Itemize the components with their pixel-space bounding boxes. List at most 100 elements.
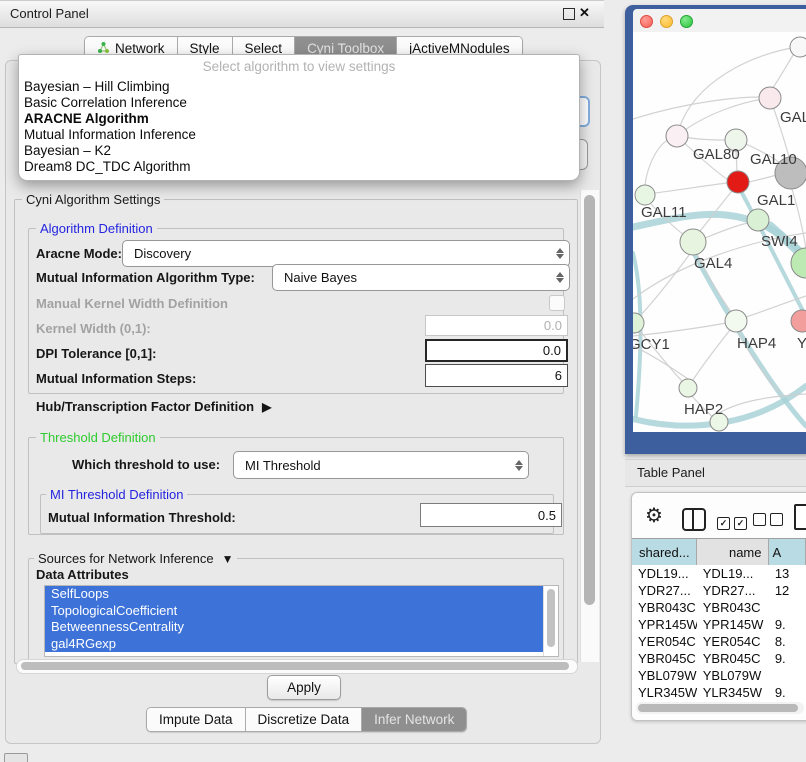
network-canvas[interactable]: GALGAL80GAL10GAL1GAL11SWI4GAL4HAP4YGCY1H… xyxy=(633,32,806,432)
dock-button[interactable] xyxy=(4,753,28,762)
table-cell: YDR27... xyxy=(632,583,697,598)
bottom-tab-strip: Impute Data Discretize Data Infer Network xyxy=(146,707,467,732)
node-label: GAL4 xyxy=(694,255,732,272)
column-header[interactable]: shared... xyxy=(632,539,697,565)
mi-steps-label: Mutual Information Steps: xyxy=(36,371,196,386)
zoom-traffic-button[interactable] xyxy=(680,15,693,28)
stepper-icon xyxy=(551,272,569,283)
algorithm-option[interactable]: ARACNE Algorithm xyxy=(19,111,579,127)
table-row[interactable]: YER054CYER054C8. xyxy=(632,633,806,650)
network-node[interactable] xyxy=(727,171,749,193)
dpi-tolerance-label: DPI Tolerance [0,1]: xyxy=(36,346,156,361)
tab-impute-data[interactable]: Impute Data xyxy=(147,708,246,731)
threshold-definition-legend: Threshold Definition xyxy=(36,430,160,445)
apply-button[interactable]: Apply xyxy=(267,675,341,700)
attribute-option[interactable]: SelfLoops xyxy=(45,586,544,603)
data-attributes-list[interactable]: SelfLoopsTopologicalCoefficientBetweenne… xyxy=(44,585,559,657)
table-hscrollbar[interactable] xyxy=(636,702,804,714)
select-all-columns-icon[interactable]: ✓✓ xyxy=(717,513,751,531)
algorithm-definition-legend: Algorithm Definition xyxy=(36,221,157,236)
table-cell: YBR043C xyxy=(632,600,697,615)
mi-type-select[interactable]: Naive Bayes xyxy=(272,264,570,291)
close-icon[interactable]: ✕ xyxy=(579,5,590,21)
table-cell: YER054C xyxy=(632,634,697,649)
gear-icon[interactable]: ⚙ xyxy=(645,503,663,528)
network-node[interactable] xyxy=(790,37,806,57)
algorithm-option[interactable]: Dream8 DC_TDC Algorithm xyxy=(19,159,579,175)
dpi-tolerance-input[interactable] xyxy=(425,339,568,362)
which-threshold-label: Which threshold to use: xyxy=(72,457,220,472)
node-label: GCY1 xyxy=(633,336,670,353)
cyni-settings-legend: Cyni Algorithm Settings xyxy=(22,192,164,207)
table-row[interactable]: YDR27...YDR27...12 xyxy=(632,582,806,599)
network-node[interactable] xyxy=(679,379,697,397)
network-node[interactable] xyxy=(759,87,781,109)
column-header[interactable]: A xyxy=(769,539,806,565)
aracne-mode-select[interactable]: Discovery xyxy=(122,240,570,267)
node-label: Y xyxy=(797,335,806,352)
network-node[interactable] xyxy=(680,229,706,255)
network-node[interactable] xyxy=(635,185,655,205)
table-row[interactable]: YDL19...YDL19...13 xyxy=(632,565,806,582)
network-node[interactable] xyxy=(725,310,747,332)
attribute-option[interactable]: gal4RGexp xyxy=(45,636,544,653)
which-threshold-select[interactable]: MI Threshold xyxy=(233,451,529,479)
node-label: HAP4 xyxy=(737,335,776,352)
settings-hscrollbar[interactable] xyxy=(16,659,578,674)
algorithm-option[interactable]: Bayesian – K2 xyxy=(19,143,579,159)
network-window: GALGAL80GAL10GAL1GAL11SWI4GAL4HAP4YGCY1H… xyxy=(625,5,806,454)
float-window-icon[interactable] xyxy=(563,8,575,20)
network-window-titlebar[interactable] xyxy=(633,9,806,32)
node-label: GAL1 xyxy=(757,192,795,209)
network-node[interactable] xyxy=(666,125,688,147)
node-label: HAP2 xyxy=(684,401,723,418)
table-cell: YBL079W xyxy=(632,668,697,683)
deselect-all-columns-icon[interactable] xyxy=(753,513,787,531)
table-panel-title: Table Panel xyxy=(637,465,705,480)
export-table-icon[interactable] xyxy=(794,504,806,530)
tab-label: Infer Network xyxy=(374,712,454,727)
attribute-option[interactable]: TopologicalCoefficient xyxy=(45,603,544,620)
network-node[interactable] xyxy=(791,310,806,332)
table-row[interactable]: YBR043CYBR043C xyxy=(632,599,806,616)
settings-vscrollbar[interactable] xyxy=(580,190,599,662)
mi-steps-input[interactable] xyxy=(425,364,568,387)
node-label: GAL11 xyxy=(641,204,687,221)
columns-icon[interactable] xyxy=(682,508,706,531)
algorithm-option[interactable]: Basic Correlation Inference xyxy=(19,95,579,111)
table-row[interactable]: YBR045CYBR045C9. xyxy=(632,650,806,667)
mi-threshold-label: Mutual Information Threshold: xyxy=(48,510,236,525)
tab-label: Discretize Data xyxy=(258,712,350,727)
manual-kernel-checkbox[interactable] xyxy=(549,295,565,311)
table-row[interactable]: YBL079WYBL079W xyxy=(632,667,806,684)
table-row[interactable]: YPR145WYPR145W9. xyxy=(632,616,806,633)
control-panel-titlebar[interactable]: Control Panel ✕ xyxy=(0,0,604,28)
network-edge xyxy=(693,330,730,380)
network-edge xyxy=(633,323,726,336)
hub-definition-expander[interactable]: Hub/Transcription Factor Definition ▶ xyxy=(36,399,271,414)
algorithm-option[interactable]: Bayesian – Hill Climbing xyxy=(19,79,579,95)
aracne-mode-label: Aracne Mode: xyxy=(36,246,122,261)
node-label: GAL80 xyxy=(693,146,740,163)
manual-kernel-label: Manual Kernel Width Definition xyxy=(36,296,228,311)
table-cell: YDL19... xyxy=(632,566,697,581)
table-cell: YLR345W xyxy=(632,685,697,700)
node-label: GAL10 xyxy=(750,151,797,168)
kernel-width-input[interactable] xyxy=(425,315,568,336)
list-scrollbar[interactable] xyxy=(543,586,558,656)
network-node[interactable] xyxy=(747,209,769,231)
tab-discretize-data[interactable]: Discretize Data xyxy=(246,708,363,731)
mi-type-label: Mutual Information Algorithm Type: xyxy=(36,270,255,285)
column-header[interactable]: name xyxy=(697,539,769,565)
minimize-traffic-button[interactable] xyxy=(660,15,673,28)
attribute-option[interactable]: BetweennessCentrality xyxy=(45,619,544,636)
table-row[interactable]: YLR345WYLR345W9. xyxy=(632,684,806,701)
table-panel-titlebar[interactable]: Table Panel xyxy=(625,459,806,487)
sources-expander[interactable]: Sources for Network Inference ▼ xyxy=(34,551,237,566)
tab-infer-network[interactable]: Infer Network xyxy=(362,708,466,731)
algorithm-option[interactable]: Mutual Information Inference xyxy=(19,127,579,143)
mi-threshold-input[interactable] xyxy=(420,503,562,527)
table-cell: YLR345W xyxy=(697,685,769,700)
close-traffic-button[interactable] xyxy=(640,15,653,28)
table-cell: YPR145W xyxy=(697,617,769,632)
